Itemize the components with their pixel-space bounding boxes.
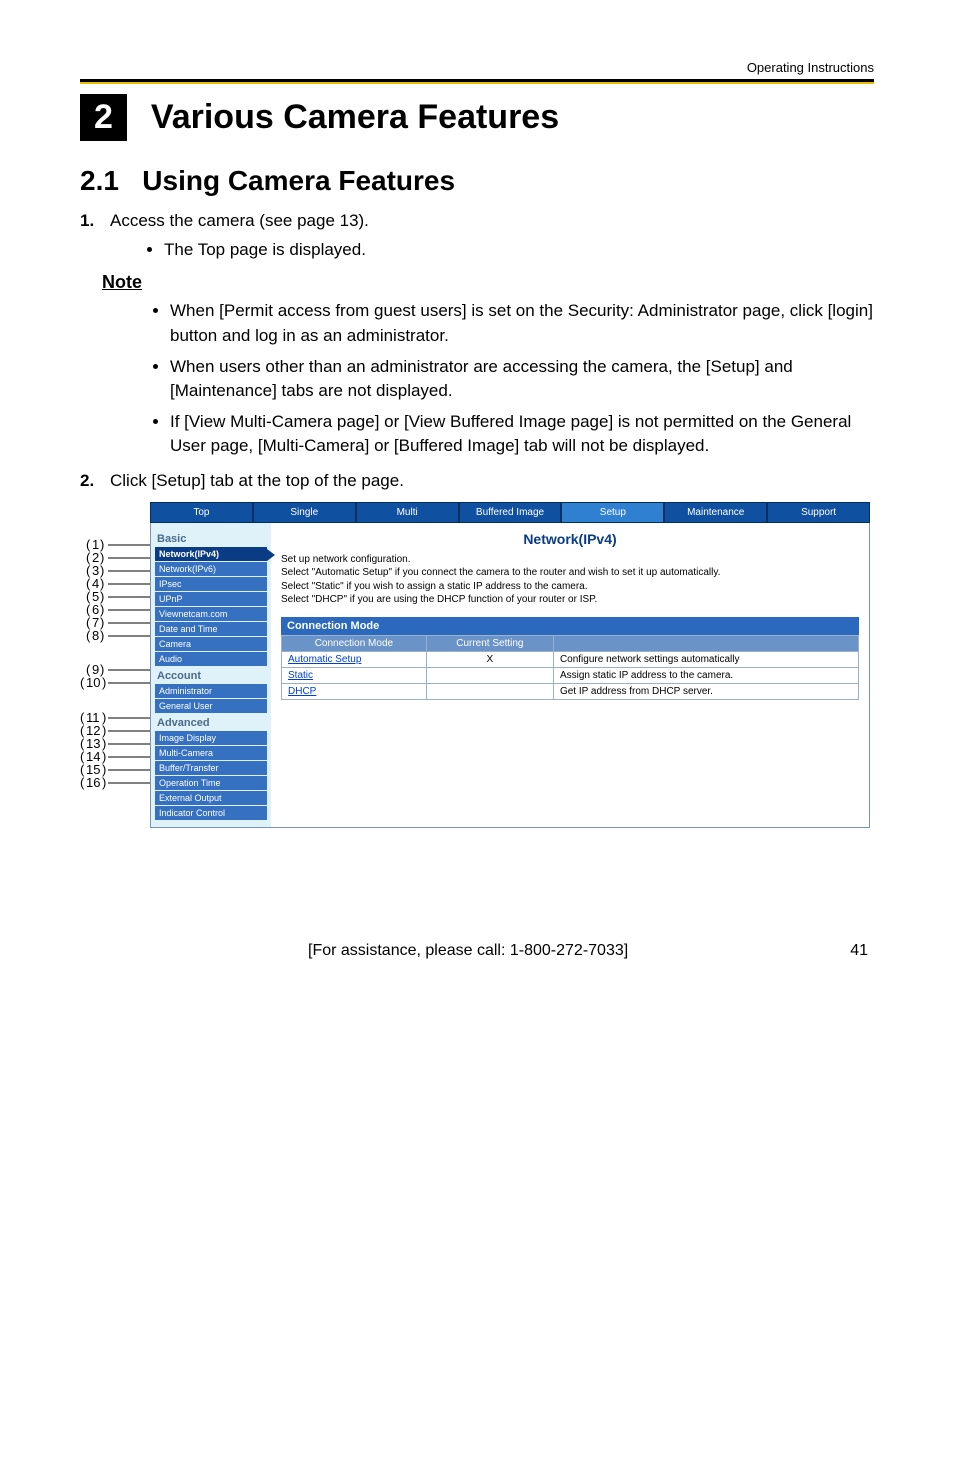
th-current: Current Setting (426, 635, 553, 651)
sidebar-item-audio[interactable]: Audio (155, 652, 267, 666)
svg-text:16: 16 (86, 775, 100, 790)
desc-line-2: Select "Static" if you wish to assign a … (281, 580, 859, 594)
th-note (553, 635, 858, 651)
cm-auto-note: Configure network settings automatically (553, 651, 858, 667)
footer-page-number: 41 (850, 942, 868, 960)
main-title: Network(IPv4) (281, 531, 859, 547)
chapter-title: Various Camera Features (151, 98, 559, 137)
sidebar-item-date-time[interactable]: Date and Time (155, 622, 267, 636)
callout-svg: (1) (2) (3) (4) (5) (6) (7) (8) (9) (10)… (80, 502, 150, 862)
footer-assist: [For assistance, please call: 1-800-272-… (308, 942, 628, 960)
callout-num-10: ( (80, 675, 85, 690)
steps-list-2: 2. Click [Setup] tab at the top of the p… (80, 469, 874, 494)
chapter-number: 2 (80, 94, 127, 141)
note-heading: Note (102, 272, 874, 293)
sidebar-item-network-ipv6[interactable]: Network(IPv6) (155, 562, 267, 576)
tab-single[interactable]: Single (253, 502, 356, 523)
sidebar: Basic Network(IPv4) Network(IPv6) IPsec … (151, 523, 271, 827)
tab-maintenance[interactable]: Maintenance (664, 502, 767, 523)
cm-static-note: Assign static IP address to the camera. (553, 667, 858, 683)
step-1-number: 1. (80, 209, 94, 234)
connection-mode-heading: Connection Mode (281, 617, 859, 635)
cm-dhcp-current (426, 683, 553, 699)
chapter-heading: 2 Various Camera Features (80, 94, 874, 141)
tab-buffered-image[interactable]: Buffered Image (459, 502, 562, 523)
step-1-sub-0: The Top page is displayed. (164, 238, 874, 263)
sidebar-item-image-display[interactable]: Image Display (155, 731, 267, 745)
tab-bar: Top Single Multi Buffered Image Setup Ma… (150, 502, 870, 523)
desc-line-3: Select "DHCP" if you are using the DHCP … (281, 593, 859, 607)
sidebar-item-buffer-transfer[interactable]: Buffer/Transfer (155, 761, 267, 775)
cm-automatic-setup[interactable]: Automatic Setup (282, 651, 427, 667)
step-2-text: Click [Setup] tab at the top of the page… (110, 471, 404, 490)
sidebar-item-external-output[interactable]: External Output (155, 791, 267, 805)
desc-line-0: Set up network configuration. (281, 553, 859, 567)
table-header-row: Connection Mode Current Setting (282, 635, 859, 651)
page: Operating Instructions 2 Various Camera … (0, 0, 954, 1000)
svg-text:10: 10 (86, 675, 100, 690)
step-2-number: 2. (80, 469, 94, 494)
tab-multi[interactable]: Multi (356, 502, 459, 523)
note-2: If [View Multi-Camera page] or [View Buf… (170, 410, 874, 459)
main-description: Set up network configuration. Select "Au… (281, 553, 859, 607)
sidebar-head-account: Account (157, 670, 267, 682)
screenshot-body: Basic Network(IPv4) Network(IPv6) IPsec … (150, 523, 870, 828)
steps-list: 1. Access the camera (see page 13). The … (80, 209, 874, 262)
sidebar-head-advanced: Advanced (157, 717, 267, 729)
section-title: Using Camera Features (142, 165, 455, 196)
sidebar-item-administrator[interactable]: Administrator (155, 684, 267, 698)
step-1-text: Access the camera (see page 13). (110, 211, 369, 230)
desc-line-1: Select "Automatic Setup" if you connect … (281, 566, 859, 580)
step-2: 2. Click [Setup] tab at the top of the p… (110, 469, 874, 494)
svg-text:): ) (102, 675, 106, 690)
notes-list: When [Permit access from guest users] is… (80, 299, 874, 459)
running-head: Operating Instructions (80, 60, 874, 75)
tab-top[interactable]: Top (150, 502, 253, 523)
section-number: 2.1 (80, 165, 119, 196)
sidebar-item-indicator-ctrl[interactable]: Indicator Control (155, 806, 267, 820)
table-row: DHCP Get IP address from DHCP server. (282, 683, 859, 699)
section-heading: 2.1 Using Camera Features (80, 165, 874, 197)
callout-num-8: ( (86, 628, 91, 643)
main-panel: Network(IPv4) Set up network configurati… (271, 523, 869, 827)
step-1: 1. Access the camera (see page 13). The … (110, 209, 874, 262)
note-0: When [Permit access from guest users] is… (170, 299, 874, 348)
divider-top (80, 79, 874, 84)
svg-text:): ) (100, 628, 104, 643)
svg-text:): ) (102, 775, 106, 790)
tab-setup[interactable]: Setup (561, 502, 664, 523)
setup-screenshot: Top Single Multi Buffered Image Setup Ma… (150, 502, 870, 828)
callout-column: (1) (2) (3) (4) (5) (6) (7) (8) (9) (10)… (80, 502, 150, 862)
svg-text:8: 8 (92, 628, 99, 643)
page-footer: [For assistance, please call: 1-800-272-… (80, 942, 874, 960)
th-mode: Connection Mode (282, 635, 427, 651)
screenshot-figure: (1) (2) (3) (4) (5) (6) (7) (8) (9) (10)… (80, 502, 874, 862)
sidebar-item-viewnetcam[interactable]: Viewnetcam.com (155, 607, 267, 621)
connection-mode-table: Connection Mode Current Setting Automati… (281, 635, 859, 700)
sidebar-head-basic: Basic (157, 533, 267, 545)
cm-dhcp[interactable]: DHCP (282, 683, 427, 699)
sidebar-item-network-ipv4[interactable]: Network(IPv4) (155, 547, 267, 561)
sidebar-item-multi-camera[interactable]: Multi-Camera (155, 746, 267, 760)
sidebar-item-general-user[interactable]: General User (155, 699, 267, 713)
sidebar-item-ipsec[interactable]: IPsec (155, 577, 267, 591)
table-row: Automatic Setup X Configure network sett… (282, 651, 859, 667)
sidebar-item-operation-time[interactable]: Operation Time (155, 776, 267, 790)
table-row: Static Assign static IP address to the c… (282, 667, 859, 683)
cm-static[interactable]: Static (282, 667, 427, 683)
step-1-subs: The Top page is displayed. (110, 238, 874, 263)
cm-auto-current: X (426, 651, 553, 667)
callout-num-16: ( (80, 775, 85, 790)
cm-static-current (426, 667, 553, 683)
note-1: When users other than an administrator a… (170, 355, 874, 404)
tab-support[interactable]: Support (767, 502, 870, 523)
sidebar-item-upnp[interactable]: UPnP (155, 592, 267, 606)
sidebar-item-camera[interactable]: Camera (155, 637, 267, 651)
cm-dhcp-note: Get IP address from DHCP server. (553, 683, 858, 699)
